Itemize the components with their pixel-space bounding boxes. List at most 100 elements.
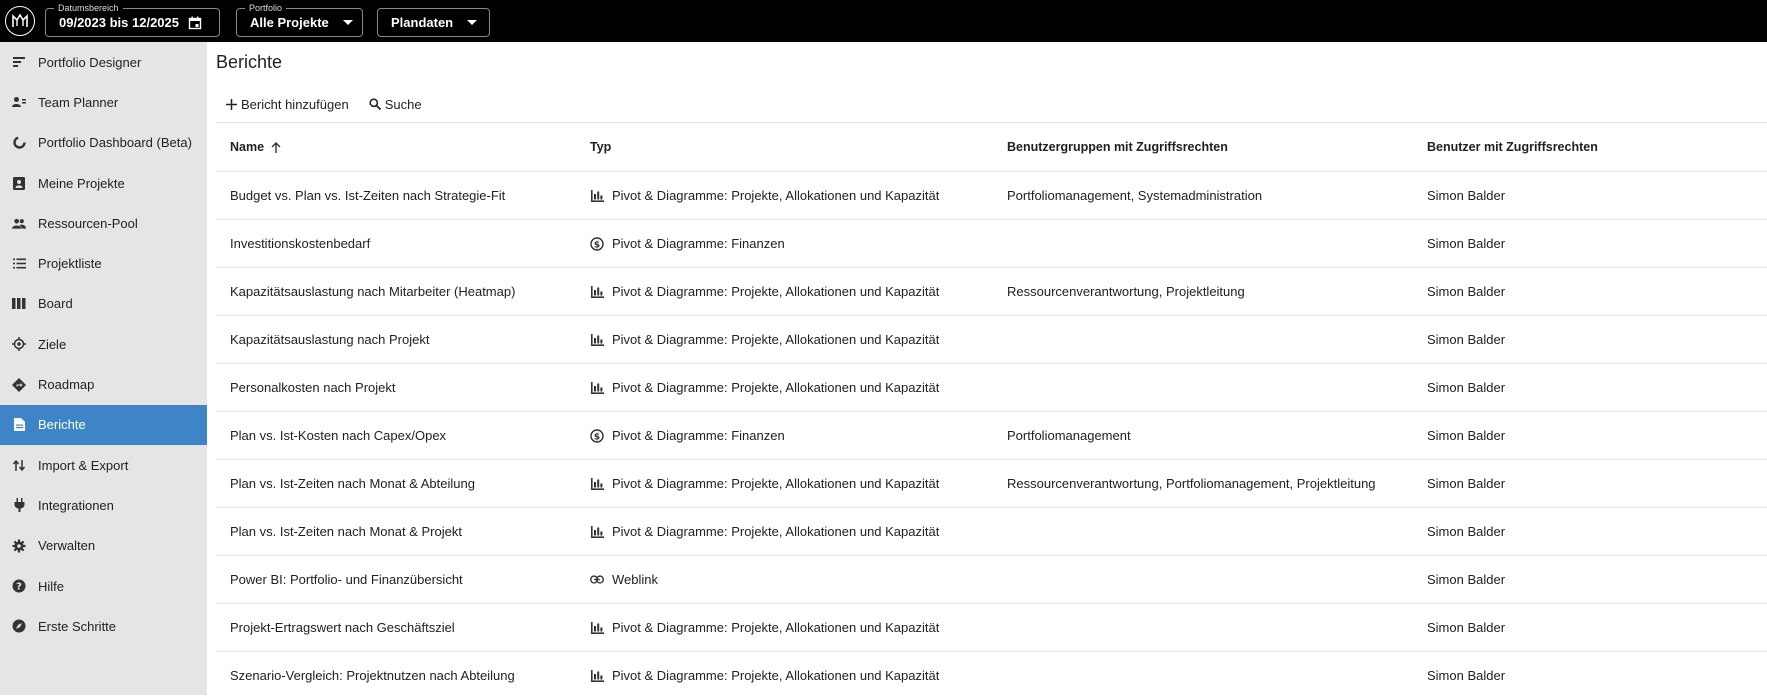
report-type: Pivot & Diagramme: Projekte, Allokatione… xyxy=(590,268,939,315)
table-row[interactable]: Budget vs. Plan vs. Ist-Zeiten nach Stra… xyxy=(216,171,1767,219)
table-row[interactable]: Kapazitätsauslastung nach Projekt Pivot … xyxy=(216,315,1767,363)
report-groups: Portfoliomanagement xyxy=(1007,428,1131,443)
sidebar-item-label: Ressourcen-Pool xyxy=(38,215,138,231)
report-name[interactable]: Kapazitätsauslastung nach Mitarbeiter (H… xyxy=(230,268,515,315)
sidebar-item-label: Projektliste xyxy=(38,256,102,272)
report-users: Simon Balder xyxy=(1427,380,1506,395)
main-content: Berichte Bericht hinzufügen Suche Name T… xyxy=(216,42,1767,695)
report-users: Simon Balder xyxy=(1427,572,1506,587)
table-row[interactable]: Investitionskostenbedarf $ Pivot & Diagr… xyxy=(216,219,1767,267)
report-name[interactable]: Projekt-Ertragswert nach Geschäftsziel xyxy=(230,604,455,651)
sidebar-item-label: Integrationen xyxy=(38,497,114,513)
table-body: Budget vs. Plan vs. Ist-Zeiten nach Stra… xyxy=(216,171,1767,699)
sidebar-item-label: Team Planner xyxy=(38,94,119,110)
table-row[interactable]: Szenario-Vergleich: Projektnutzen nach A… xyxy=(216,651,1767,699)
column-header-typ[interactable]: Typ xyxy=(590,123,611,171)
report-name[interactable]: Kapazitätsauslastung nach Projekt xyxy=(230,316,429,363)
plug-icon xyxy=(12,498,26,513)
sidebar-item-erste-schritte[interactable]: Erste Schritte xyxy=(0,606,207,646)
sidebar-item-label: Erste Schritte xyxy=(38,618,117,634)
report-name[interactable]: Personalkosten nach Projekt xyxy=(230,364,395,411)
app-logo-icon[interactable] xyxy=(5,6,35,36)
sidebar-item-ressourcen-pool[interactable]: Ressourcen-Pool xyxy=(0,203,207,243)
gear-icon xyxy=(12,539,26,553)
sidebar-item-projektliste[interactable]: Projektliste xyxy=(0,243,207,283)
sidebar-item-team-planner[interactable]: Team Planner xyxy=(0,82,207,122)
sidebar-item-portfolio-dashboard[interactable]: Portfolio Dashboard (Beta) xyxy=(0,123,207,163)
bar-chart-icon xyxy=(590,285,604,299)
sidebar-item-hilfe[interactable]: ? Hilfe xyxy=(0,566,207,606)
column-header-groups[interactable]: Benutzergruppen mit Zugriffsrechten xyxy=(1007,123,1228,171)
add-report-button[interactable]: Bericht hinzufügen xyxy=(216,97,359,112)
report-type: Pivot & Diagramme: Projekte, Allokatione… xyxy=(590,460,939,507)
report-name[interactable]: Investitionskostenbedarf xyxy=(230,220,370,267)
report-name[interactable]: Plan vs. Ist-Zeiten nach Monat & Projekt xyxy=(230,508,462,555)
sidebar-item-integrationen[interactable]: Integrationen xyxy=(0,485,207,525)
team-planner-icon xyxy=(12,95,26,109)
top-bar: Datumsbereich 09/2023 bis 12/2025 Portfo… xyxy=(0,0,1767,42)
svg-text:$: $ xyxy=(594,432,600,442)
report-type: $ Pivot & Diagramme: Finanzen xyxy=(590,220,785,267)
sidebar-item-board[interactable]: Board xyxy=(0,284,207,324)
sidebar-item-label: Portfolio Designer xyxy=(38,54,142,70)
data-source-select[interactable]: Plandaten xyxy=(377,8,490,37)
sidebar-item-verwalten[interactable]: Verwalten xyxy=(0,526,207,566)
table-row[interactable]: Plan vs. Ist-Zeiten nach Monat & Abteilu… xyxy=(216,459,1767,507)
report-type: Pivot & Diagramme: Projekte, Allokatione… xyxy=(590,604,939,651)
column-header-name[interactable]: Name xyxy=(230,123,281,171)
plus-icon xyxy=(226,98,237,110)
add-report-label: Bericht hinzufügen xyxy=(241,96,349,112)
sidebar-item-label: Hilfe xyxy=(38,578,65,594)
report-type: Weblink xyxy=(590,556,658,603)
report-groups: Ressourcenverantwortung, Projektleitung xyxy=(1007,284,1245,299)
sidebar-item-label: Verwalten xyxy=(38,538,96,554)
sidebar-item-roadmap[interactable]: Roadmap xyxy=(0,364,207,404)
sidebar-item-portfolio-designer[interactable]: Portfolio Designer xyxy=(0,42,207,82)
table-row[interactable]: Projekt-Ertragswert nach Geschäftsziel P… xyxy=(216,603,1767,651)
date-range-picker[interactable]: Datumsbereich 09/2023 bis 12/2025 xyxy=(45,2,220,37)
portfolio-designer-icon xyxy=(12,55,26,69)
link-icon xyxy=(590,573,604,587)
table-row[interactable]: Plan vs. Ist-Zeiten nach Monat & Projekt… xyxy=(216,507,1767,555)
portfolio-legend: Portfolio xyxy=(245,2,287,14)
svg-text:$: $ xyxy=(594,240,600,250)
report-name[interactable]: Budget vs. Plan vs. Ist-Zeiten nach Stra… xyxy=(230,172,505,219)
report-icon xyxy=(12,418,26,432)
report-name[interactable]: Szenario-Vergleich: Projektnutzen nach A… xyxy=(230,652,515,699)
report-users: Simon Balder xyxy=(1427,236,1506,251)
table-row[interactable]: Personalkosten nach Projekt Pivot & Diag… xyxy=(216,363,1767,411)
roadmap-icon xyxy=(12,377,26,392)
report-users: Simon Balder xyxy=(1427,332,1506,347)
search-button[interactable]: Suche xyxy=(359,97,432,112)
report-name[interactable]: Power BI: Portfolio- und Finanzübersicht xyxy=(230,556,463,603)
report-groups: Portfoliomanagement, Systemadministratio… xyxy=(1007,188,1263,203)
sidebar-item-ziele[interactable]: Ziele xyxy=(0,324,207,364)
table-row[interactable]: Kapazitätsauslastung nach Mitarbeiter (H… xyxy=(216,267,1767,315)
sidebar-item-import-export[interactable]: Import & Export xyxy=(0,445,207,485)
sidebar-item-berichte[interactable]: Berichte xyxy=(0,404,207,445)
calendar-icon[interactable] xyxy=(188,16,202,30)
date-range-legend: Datumsbereich xyxy=(54,2,123,14)
toolbar: Bericht hinzufügen Suche xyxy=(216,92,432,116)
report-name[interactable]: Plan vs. Ist-Kosten nach Capex/Opex xyxy=(230,412,446,459)
people-icon xyxy=(12,216,26,230)
bar-chart-icon xyxy=(590,381,604,395)
table-row[interactable]: Plan vs. Ist-Kosten nach Capex/Opex $ Pi… xyxy=(216,411,1767,459)
help-icon: ? xyxy=(12,579,26,593)
my-projects-icon xyxy=(12,176,26,190)
report-name[interactable]: Plan vs. Ist-Zeiten nach Monat & Abteilu… xyxy=(230,460,475,507)
sidebar-item-meine-projekte[interactable]: Meine Projekte xyxy=(0,163,207,203)
page-title: Berichte xyxy=(216,52,283,72)
portfolio-select[interactable]: Portfolio Alle Projekte xyxy=(236,2,363,37)
dollar-icon: $ xyxy=(590,428,604,443)
column-header-users[interactable]: Benutzer mit Zugriffsrechten xyxy=(1427,123,1598,171)
report-users: Simon Balder xyxy=(1427,284,1506,299)
sidebar-item-label: Ziele xyxy=(38,336,67,352)
date-range-value: 09/2023 bis 12/2025 xyxy=(59,15,179,30)
report-groups: Ressourcenverantwortung, Portfoliomanage… xyxy=(1007,476,1376,491)
sidebar-item-label: Portfolio Dashboard (Beta) xyxy=(38,135,192,151)
report-type: Pivot & Diagramme: Projekte, Allokatione… xyxy=(590,652,939,699)
sidebar-item-label: Import & Export xyxy=(38,457,129,473)
reports-table: Name Typ Benutzergruppen mit Zugriffsrec… xyxy=(216,122,1767,699)
table-row[interactable]: Power BI: Portfolio- und Finanzübersicht… xyxy=(216,555,1767,603)
